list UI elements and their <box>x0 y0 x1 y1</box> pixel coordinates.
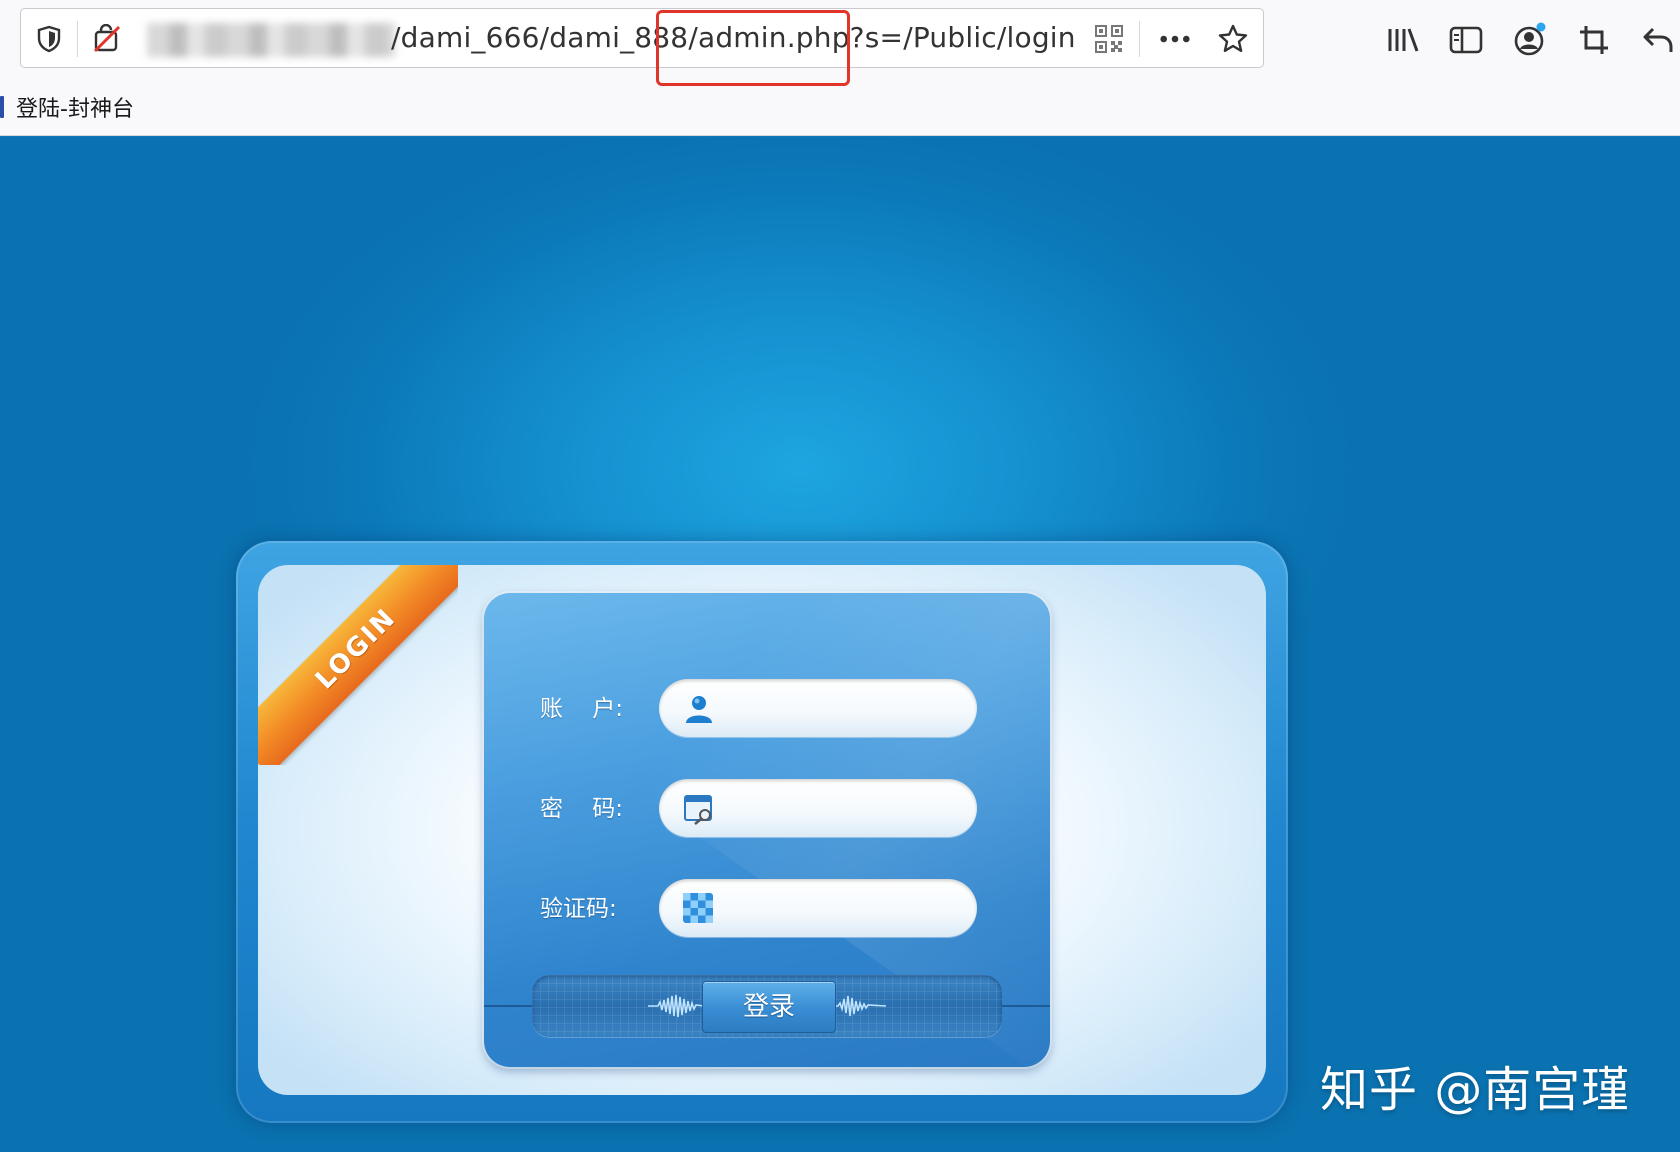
qr-code-icon[interactable] <box>1093 23 1125 55</box>
account-label: 账 户: <box>540 696 623 722</box>
shield-icon[interactable] <box>33 23 65 55</box>
login-frame: LOGIN 账 户: 密 码: 验证码: 登录 <box>236 541 1288 1123</box>
url-separator <box>77 21 78 57</box>
library-icon[interactable] <box>1383 20 1423 60</box>
login-page: LOGIN 账 户: 密 码: 验证码: 登录 <box>0 137 1680 1152</box>
account-icon[interactable] <box>1510 20 1550 60</box>
bookmark-label: 登陆-封神台 <box>16 97 134 122</box>
login-button[interactable]: 登录 <box>702 981 836 1033</box>
password-field[interactable] <box>659 779 977 837</box>
captcha-label: 验证码: <box>540 896 617 922</box>
url-highlight-box <box>656 10 850 86</box>
bookmark-item[interactable]: 登陆-封神台 <box>0 90 134 124</box>
soundwave-right-icon <box>830 995 886 1017</box>
undo-back-icon[interactable] <box>1638 20 1678 60</box>
bar-line-left <box>484 1005 536 1007</box>
more-dots-icon[interactable] <box>1159 23 1191 55</box>
account-input[interactable] <box>729 689 959 727</box>
login-panel: 账 户: 密 码: 验证码: 登录 <box>484 593 1050 1067</box>
ribbon-text: LOGIN <box>309 602 403 696</box>
soundwave-left-icon <box>648 994 704 1018</box>
password-icon <box>683 793 715 825</box>
browser-toolbar: /dami_666/dami_888/admin.php?s=/Public/l… <box>0 0 1680 136</box>
password-row: 密 码: <box>484 779 1050 839</box>
bar-line-right <box>998 1005 1050 1007</box>
url-separator <box>1139 21 1140 57</box>
submit-bar: 登录 <box>484 971 1050 1041</box>
password-input[interactable] <box>729 789 959 827</box>
login-card: LOGIN 账 户: 密 码: 验证码: 登录 <box>258 565 1266 1095</box>
captcha-row: 验证码: <box>484 879 1050 939</box>
captcha-field[interactable] <box>659 879 977 937</box>
user-icon <box>683 693 715 725</box>
sidebar-icon[interactable] <box>1446 20 1486 60</box>
captcha-input[interactable] <box>729 889 959 927</box>
captcha-icon <box>683 893 715 925</box>
blocked-permission-icon[interactable] <box>91 23 123 55</box>
blurred-host <box>147 23 395 57</box>
login-ribbon: LOGIN <box>258 565 458 765</box>
watermark-text: 知乎 @南宫瑾 <box>1320 1062 1631 1118</box>
bookmark-favicon-icon <box>0 96 4 118</box>
address-bar[interactable]: /dami_666/dami_888/admin.php?s=/Public/l… <box>20 8 1264 68</box>
bookmark-star-icon[interactable] <box>1217 23 1249 55</box>
password-label: 密 码: <box>540 796 623 822</box>
screenshot-crop-icon[interactable] <box>1574 20 1614 60</box>
account-field[interactable] <box>659 679 977 737</box>
account-row: 账 户: <box>484 679 1050 739</box>
